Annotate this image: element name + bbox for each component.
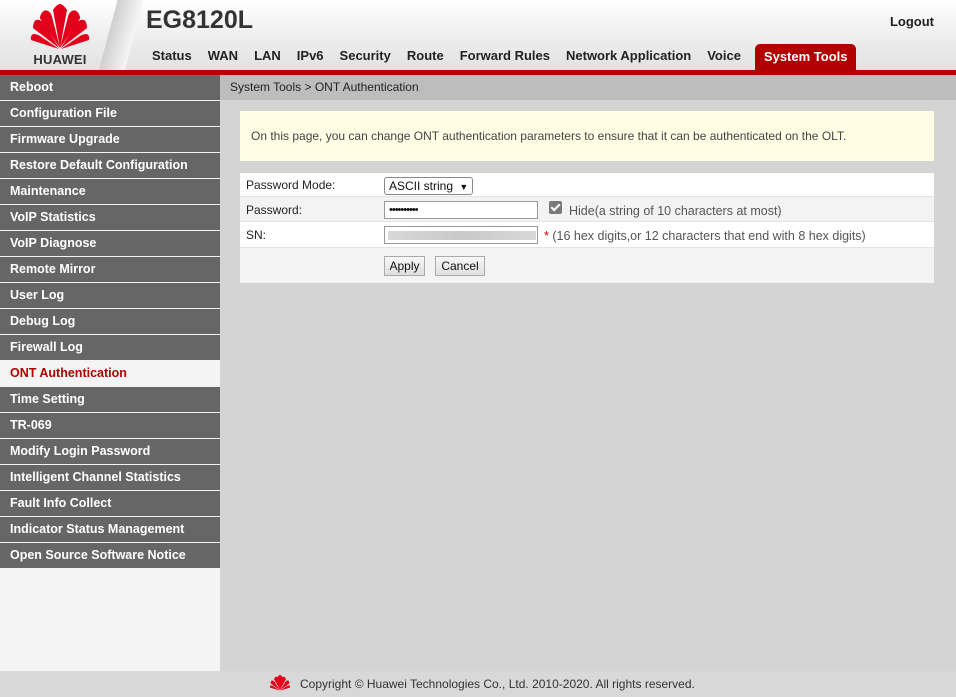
chevron-down-icon: ▼	[459, 182, 469, 192]
tab-voice[interactable]: Voice	[699, 44, 749, 70]
sn-row: SN: * (16 hex digits,or 12 characters th…	[240, 222, 934, 248]
sidebar-item-tr-069[interactable]: TR-069	[0, 413, 220, 438]
password-mode-select[interactable]: ASCII string ▼	[384, 177, 474, 195]
brand-name: HUAWEI	[33, 52, 87, 67]
sidebar-item-fault-info-collect[interactable]: Fault Info Collect	[0, 491, 220, 516]
password-mode-label: Password Mode:	[246, 178, 336, 192]
password-mode-value: ASCII string	[389, 179, 454, 193]
header-divider	[98, 0, 144, 72]
sidebar: Reboot Configuration File Firmware Upgra…	[0, 75, 220, 671]
sidebar-item-firewall-log[interactable]: Firewall Log	[0, 335, 220, 360]
password-mode-row: Password Mode: ASCII string ▼	[240, 173, 934, 197]
top-nav: Status WAN LAN IPv6 Security Route Forwa…	[144, 44, 857, 70]
sn-hint: * (16 hex digits,or 12 characters that e…	[544, 229, 866, 243]
sidebar-item-voip-statistics[interactable]: VoIP Statistics	[0, 205, 220, 230]
tab-wan[interactable]: WAN	[200, 44, 246, 70]
sidebar-item-indicator-status[interactable]: Indicator Status Management	[0, 517, 220, 542]
info-box: On this page, you can change ONT authent…	[240, 111, 934, 161]
sidebar-item-maintenance[interactable]: Maintenance	[0, 179, 220, 204]
huawei-logo: HUAWEI	[27, 4, 93, 67]
logout-link[interactable]: Logout	[890, 14, 934, 29]
tab-forward-rules[interactable]: Forward Rules	[452, 44, 558, 70]
tab-ipv6[interactable]: IPv6	[289, 44, 332, 70]
hide-label: Hide(a string of 10 characters at most)	[569, 204, 782, 218]
sidebar-item-restore-default[interactable]: Restore Default Configuration	[0, 153, 220, 178]
sidebar-item-intelligent-channel-statistics[interactable]: Intelligent Channel Statistics	[0, 465, 220, 490]
breadcrumb: System Tools > ONT Authentication	[220, 75, 956, 100]
cancel-button[interactable]: Cancel	[435, 256, 485, 276]
header: HUAWEI EG8120L Logout Status WAN LAN IPv…	[0, 0, 956, 72]
sn-input[interactable]	[384, 226, 538, 244]
sidebar-item-user-log[interactable]: User Log	[0, 283, 220, 308]
tab-network-application[interactable]: Network Application	[558, 44, 699, 70]
buttons-row	[240, 248, 934, 283]
password-masked-value: ••••••••••	[389, 204, 418, 216]
tab-status[interactable]: Status	[144, 44, 200, 70]
sidebar-item-modify-login-password[interactable]: Modify Login Password	[0, 439, 220, 464]
tab-system-tools[interactable]: System Tools	[754, 44, 857, 70]
sidebar-item-configuration-file[interactable]: Configuration File	[0, 101, 220, 126]
password-row: Password: •••••••••• Hide(a string of 10…	[240, 197, 934, 222]
sidebar-item-reboot[interactable]: Reboot	[0, 75, 220, 100]
sn-hint-text: (16 hex digits,or 12 characters that end…	[552, 229, 866, 243]
sidebar-item-debug-log[interactable]: Debug Log	[0, 309, 220, 334]
sn-label: SN:	[246, 228, 267, 242]
sidebar-item-remote-mirror[interactable]: Remote Mirror	[0, 257, 220, 282]
hide-checkbox[interactable]	[549, 201, 562, 214]
required-marker: *	[544, 229, 549, 243]
sidebar-item-ont-authentication[interactable]: ONT Authentication	[0, 361, 220, 386]
apply-button[interactable]: Apply	[384, 256, 425, 276]
sidebar-item-open-source-notice[interactable]: Open Source Software Notice	[0, 543, 220, 568]
huawei-flower-icon	[30, 4, 90, 49]
password-label: Password:	[246, 203, 303, 217]
tab-security[interactable]: Security	[332, 44, 399, 70]
footer: Copyright © Huawei Technologies Co., Ltd…	[0, 671, 956, 697]
device-model: EG8120L	[146, 6, 254, 34]
ont-auth-form: Password Mode: ASCII string ▼ Password: …	[240, 173, 934, 283]
password-input[interactable]: ••••••••••	[384, 201, 538, 219]
copyright-text: Copyright © Huawei Technologies Co., Ltd…	[300, 677, 695, 691]
sn-redacted-value	[388, 231, 536, 240]
tab-lan[interactable]: LAN	[246, 44, 289, 70]
sidebar-item-time-setting[interactable]: Time Setting	[0, 387, 220, 412]
sidebar-item-voip-diagnose[interactable]: VoIP Diagnose	[0, 231, 220, 256]
tab-route[interactable]: Route	[399, 44, 452, 70]
sidebar-item-firmware-upgrade[interactable]: Firmware Upgrade	[0, 127, 220, 152]
huawei-footer-logo-icon	[269, 675, 291, 691]
